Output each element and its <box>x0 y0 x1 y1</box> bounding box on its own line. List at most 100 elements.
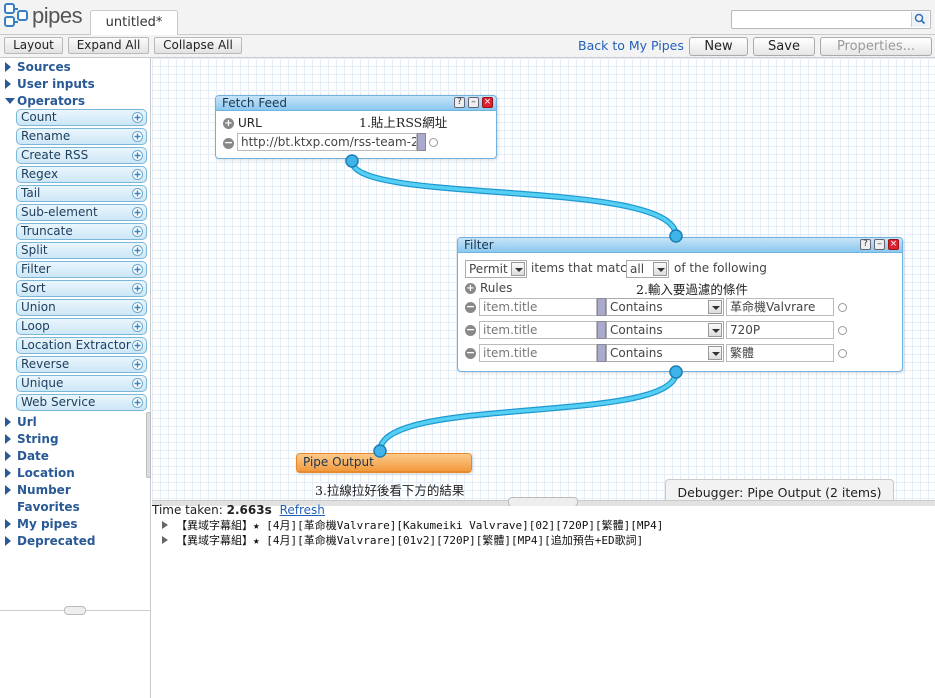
fetch-feed-module[interactable]: Fetch Feed ? – × + URL 1.貼上RSS網址 − http:… <box>215 95 497 159</box>
close-icon[interactable]: × <box>482 97 493 108</box>
category-my-pipes[interactable]: My pipes <box>5 516 78 532</box>
expand-all-button[interactable]: Expand All <box>68 37 149 54</box>
category-string[interactable]: String <box>5 431 59 447</box>
operator-split[interactable]: Split <box>16 242 147 259</box>
category-date[interactable]: Date <box>5 448 49 464</box>
url-input-terminal[interactable] <box>429 138 438 147</box>
help-icon[interactable]: ? <box>454 97 465 108</box>
rule-value-input[interactable]: 720P <box>726 321 834 339</box>
rule-value-terminal[interactable] <box>838 349 847 358</box>
add-module-icon[interactable] <box>132 150 143 161</box>
add-module-icon[interactable] <box>132 321 143 332</box>
operator-sub-element[interactable]: Sub-element <box>16 204 147 221</box>
operator-create-rss[interactable]: Create RSS <box>16 147 147 164</box>
add-module-icon[interactable] <box>132 169 143 180</box>
operator-count[interactable]: Count <box>16 109 147 126</box>
rule-value-terminal[interactable] <box>838 326 847 335</box>
operator-tail[interactable]: Tail <box>16 185 147 202</box>
category-favorites[interactable]: Favorites <box>5 499 80 515</box>
debugger-item[interactable]: 【異域字幕組】★ [4月][革命機Valvrare][01v2][720P][繁… <box>162 532 643 548</box>
add-module-icon[interactable] <box>132 226 143 237</box>
category-user-inputs[interactable]: User inputs <box>5 76 95 92</box>
rule-value-input[interactable]: 繁體 <box>726 344 834 362</box>
filter-header[interactable]: Filter ? – × <box>458 238 902 253</box>
category-location[interactable]: Location <box>5 465 75 481</box>
remove-rule-icon[interactable]: − <box>465 324 476 336</box>
rule-value-terminal[interactable] <box>838 303 847 312</box>
add-module-icon[interactable] <box>132 112 143 123</box>
sidebar-scrollbar[interactable] <box>146 412 151 478</box>
rule-field-input[interactable]: item.title <box>479 344 597 362</box>
search-input[interactable] <box>735 12 907 27</box>
add-module-icon[interactable] <box>132 397 143 408</box>
refresh-link[interactable]: Refresh <box>280 503 325 517</box>
pipe-output-header[interactable]: Pipe Output <box>297 454 471 472</box>
help-icon[interactable]: ? <box>860 239 871 250</box>
category-deprecated[interactable]: Deprecated <box>5 533 95 549</box>
fetch-feed-header[interactable]: Fetch Feed ? – × <box>216 96 496 111</box>
add-module-icon[interactable] <box>132 207 143 218</box>
layout-button[interactable]: Layout <box>4 37 63 54</box>
add-rule-icon[interactable]: + <box>465 283 476 294</box>
add-module-icon[interactable] <box>132 283 143 294</box>
remove-url-icon[interactable]: − <box>223 137 234 149</box>
operator-union[interactable]: Union <box>16 299 147 316</box>
operator-web-service[interactable]: Web Service <box>16 394 147 411</box>
rule-field-input[interactable]: item.title <box>479 298 597 316</box>
add-module-icon[interactable] <box>132 245 143 256</box>
minimize-icon[interactable]: – <box>468 97 479 108</box>
category-sources[interactable]: Sources <box>5 59 71 75</box>
field-wire-arrow-icon[interactable] <box>597 298 606 316</box>
operator-rename[interactable]: Rename <box>16 128 147 145</box>
rule-value-input[interactable]: 革命機Valvrare <box>726 298 834 316</box>
add-url-icon[interactable]: + <box>223 118 234 129</box>
add-module-icon[interactable] <box>132 340 143 351</box>
expand-arrow-icon[interactable] <box>162 536 168 544</box>
operator-reverse[interactable]: Reverse <box>16 356 147 373</box>
add-module-icon[interactable] <box>132 188 143 199</box>
search-button[interactable] <box>911 12 929 27</box>
rule-operator-select[interactable]: Contains <box>606 298 724 316</box>
add-module-icon[interactable] <box>132 264 143 275</box>
operator-sort[interactable]: Sort <box>16 280 147 297</box>
pipe-output-module[interactable]: Pipe Output <box>296 453 472 473</box>
search-box[interactable] <box>731 10 931 29</box>
permit-block-select[interactable]: Permit <box>465 260 527 278</box>
add-module-icon[interactable] <box>132 359 143 370</box>
field-wire-arrow-icon[interactable] <box>597 344 606 362</box>
collapse-all-button[interactable]: Collapse All <box>154 37 242 54</box>
pipes-logo[interactable]: pipes <box>4 2 84 30</box>
properties-button[interactable]: Properties... <box>820 37 932 56</box>
debugger-item[interactable]: 【異域字幕組】★ [4月][革命機Valvrare][Kakumeiki Val… <box>162 517 663 533</box>
rule-operator-select[interactable]: Contains <box>606 321 724 339</box>
close-icon[interactable]: × <box>888 239 899 250</box>
url-wire-arrow-icon[interactable] <box>417 133 426 151</box>
add-module-icon[interactable] <box>132 302 143 313</box>
remove-rule-icon[interactable]: − <box>465 301 476 313</box>
operator-filter[interactable]: Filter <box>16 261 147 278</box>
operator-truncate[interactable]: Truncate <box>16 223 147 240</box>
feed-url-input[interactable]: http://bt.ktxp.com/rss-team-243.x <box>237 133 417 151</box>
new-button[interactable]: New <box>689 37 748 56</box>
operator-loop[interactable]: Loop <box>16 318 147 335</box>
rule-operator-select[interactable]: Contains <box>606 344 724 362</box>
add-module-icon[interactable] <box>132 378 143 389</box>
category-url[interactable]: Url <box>5 414 37 430</box>
field-wire-arrow-icon[interactable] <box>597 321 606 339</box>
minimize-icon[interactable]: – <box>874 239 885 250</box>
tab-untitled[interactable]: untitled* <box>90 10 178 35</box>
expand-arrow-icon[interactable] <box>162 521 168 529</box>
sidebar-resize-handle[interactable] <box>64 606 86 615</box>
operator-regex[interactable]: Regex <box>16 166 147 183</box>
rule-field-input[interactable]: item.title <box>479 321 597 339</box>
save-button[interactable]: Save <box>753 37 815 56</box>
add-module-icon[interactable] <box>132 131 143 142</box>
match-all-any-select[interactable]: all <box>626 260 669 278</box>
operator-unique[interactable]: Unique <box>16 375 147 392</box>
operator-location-extractor[interactable]: Location Extractor <box>16 337 147 354</box>
category-operators[interactable]: Operators <box>5 93 85 109</box>
back-to-my-pipes-link[interactable]: Back to My Pipes <box>578 38 684 53</box>
filter-module[interactable]: Filter ? – × Permit items that match all… <box>457 237 903 372</box>
remove-rule-icon[interactable]: − <box>465 347 476 359</box>
category-number[interactable]: Number <box>5 482 71 498</box>
